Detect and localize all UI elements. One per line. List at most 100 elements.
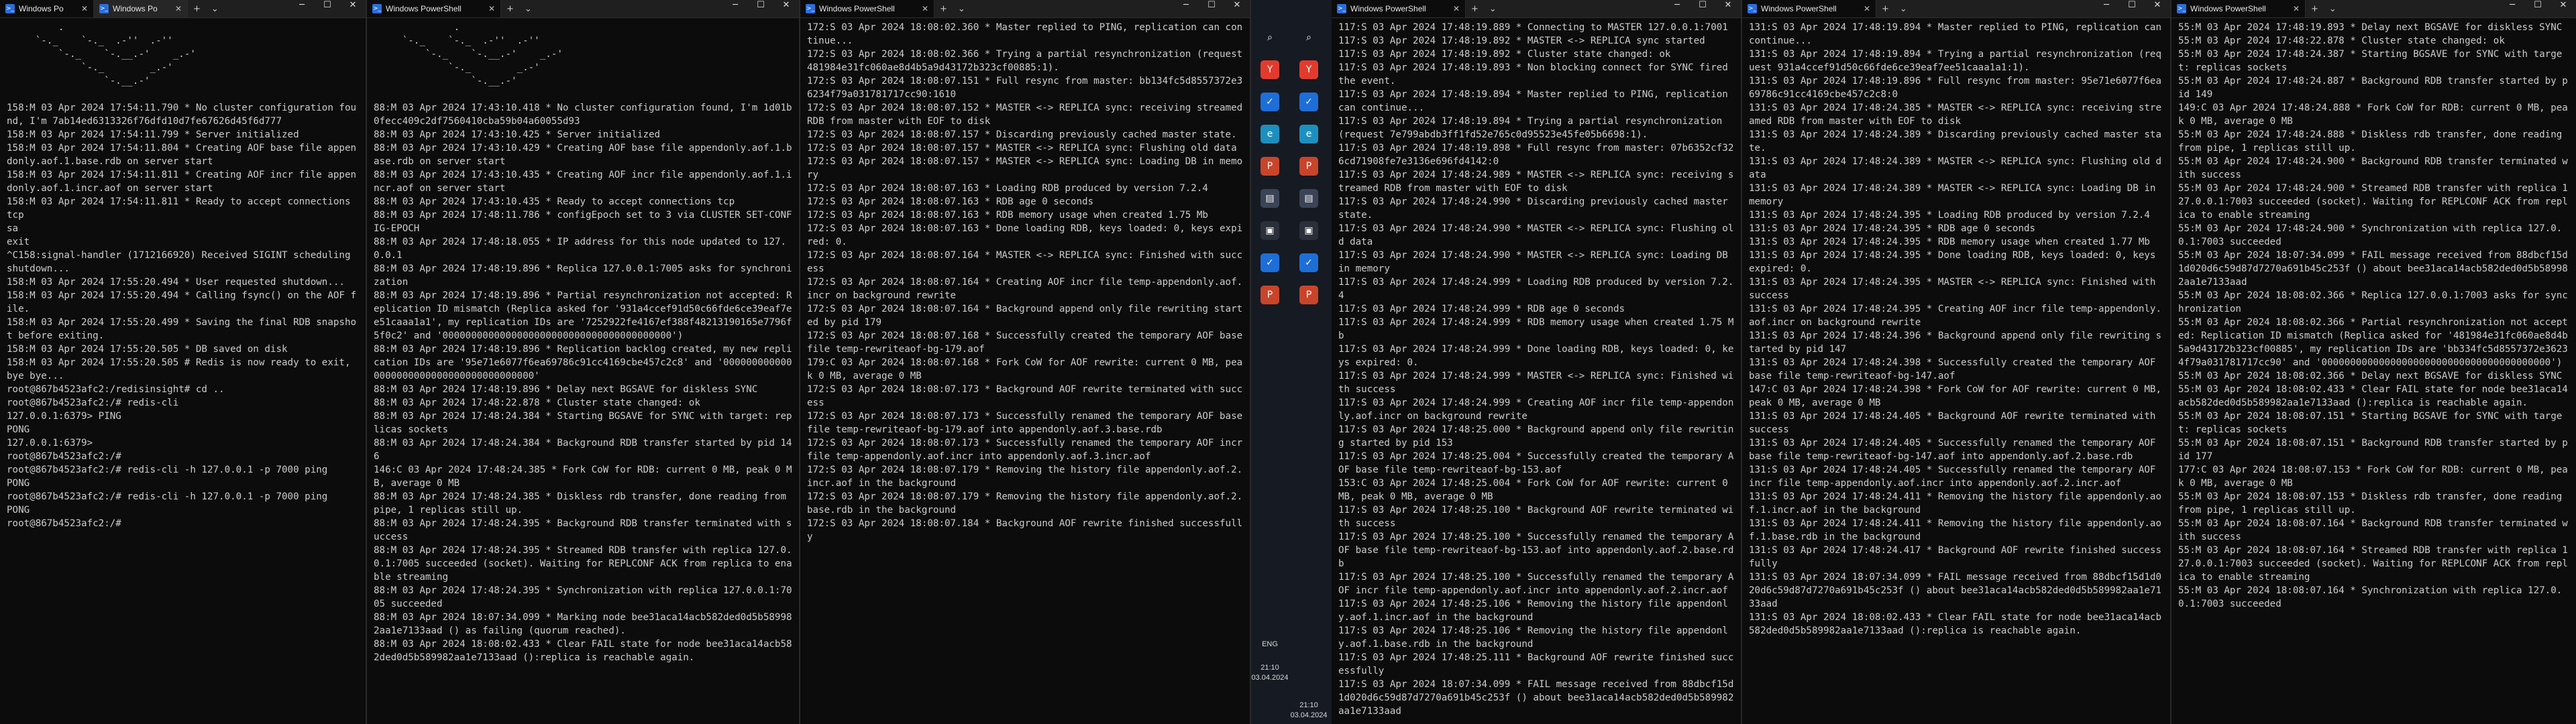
close-tab-icon[interactable]: ✕ [922, 4, 928, 13]
terminal-icon[interactable]: ▣ [1299, 221, 1318, 240]
new-tab-icon[interactable]: + [1876, 4, 1894, 14]
clock-time[interactable]: 21:10 [1251, 664, 1289, 672]
close-icon[interactable]: ✕ [340, 0, 366, 17]
edge-icon[interactable]: e [1299, 125, 1318, 143]
check-icon[interactable]: ✓ [1299, 93, 1318, 111]
powerpoint-icon[interactable]: P [1299, 286, 1318, 304]
terminal-line: 158:M 03 Apr 2024 17:55:20.494 * User re… [7, 277, 345, 288]
yandex-icon[interactable]: Y [1260, 60, 1279, 79]
new-tab-icon[interactable]: + [188, 4, 206, 14]
search-icon[interactable]: ⌕ [1299, 28, 1318, 47]
terminal-line: 158:M 03 Apr 2024 17:54:11.811 * Ready t… [7, 196, 357, 221]
chevron-down-icon[interactable]: ⌄ [519, 4, 537, 14]
close-icon[interactable]: ✕ [1715, 0, 1741, 17]
terminal-output[interactable]: . `-._ `-._ .-'' .-'' `-._ `-.__.-' _.-'… [0, 18, 366, 530]
new-tab-icon[interactable]: + [1466, 4, 1484, 14]
tab-powershell[interactable]: >_ Windows PowerShell ✕ [800, 0, 934, 17]
tab-powershell[interactable]: >_ Windows PowerShell ✕ [1332, 0, 1466, 17]
minimize-icon[interactable]: ─ [2094, 0, 2119, 17]
taskbar: ⌕ ⌕ Y Y ✓ ✓ e e P P ▤ ▤ ▣ ▣ ✓ ✓ P P ENG 21:10 03.04.2024 … [1251, 0, 1332, 724]
chevron-down-icon[interactable]: ⌄ [1484, 4, 1502, 14]
close-tab-icon[interactable]: ✕ [175, 4, 182, 13]
terminal-output[interactable]: . `-._ `-._ .-'' .-'' `-._ `-.__.-' _.-'… [367, 18, 799, 664]
close-tab-icon[interactable]: ✕ [81, 4, 88, 13]
terminal-line: 177:C 03 Apr 2024 18:08:07.153 * Fork Co… [2178, 465, 2568, 489]
terminal-output[interactable]: 131:S 03 Apr 2024 17:48:19.894 * Master … [1742, 18, 2170, 638]
powerpoint-icon[interactable]: P [1299, 157, 1318, 176]
terminal-output[interactable]: 172:S 03 Apr 2024 18:08:02.360 * Master … [800, 18, 1250, 544]
new-tab-icon[interactable]: + [501, 4, 519, 14]
minimize-icon[interactable]: ─ [1664, 0, 1690, 17]
minimize-icon[interactable]: ─ [722, 0, 748, 17]
terminal-line: 88:M 03 Apr 2024 18:07:34.099 * Marking … [374, 612, 792, 636]
close-icon[interactable]: ✕ [773, 0, 799, 17]
new-tab-icon[interactable]: + [934, 4, 953, 14]
maximize-icon[interactable]: ☐ [1690, 0, 1715, 17]
terminal-line: 172:S 03 Apr 2024 18:08:07.163 * RDB mem… [807, 210, 1208, 221]
close-tab-icon[interactable]: ✕ [1864, 4, 1870, 13]
search-icon[interactable]: ⌕ [1260, 28, 1279, 47]
terminal-window-3: >_ Windows PowerShell ✕ + ⌄ ─ ☐ ✕ 172:S 03 A… [800, 0, 1251, 724]
powerpoint-icon[interactable]: P [1260, 286, 1279, 304]
powershell-icon: >_ [806, 4, 815, 13]
close-tab-icon[interactable]: ✕ [1453, 4, 1460, 13]
chevron-down-icon[interactable]: ⌄ [2324, 4, 2342, 14]
tab-powershell[interactable]: >_ Windows Po ✕ [94, 0, 188, 17]
terminal-line: `-._ `-._ .-'' .-'' [7, 36, 173, 46]
terminal-line: 158:M 03 Apr 2024 17:55:20.499 * Saving … [7, 317, 357, 341]
terminal-line: `-.__.-' [7, 76, 150, 86]
terminal-line: 131:S 03 Apr 2024 17:48:19.894 * Trying … [1749, 49, 2161, 73]
window-controls: ─ ☐ ✕ [2500, 0, 2576, 17]
close-icon[interactable]: ✕ [2551, 0, 2576, 17]
edge-icon[interactable]: e [1260, 125, 1279, 143]
tab-powershell[interactable]: >_ Windows Po ✕ [0, 0, 94, 17]
document-icon[interactable]: ▤ [1260, 189, 1279, 208]
terminal-output[interactable]: 117:S 03 Apr 2024 17:48:19.889 * Connect… [1332, 18, 1741, 718]
language-indicator[interactable]: ENG [1251, 640, 1289, 648]
clock-time[interactable]: 21:10 [1290, 701, 1328, 709]
yandex-icon[interactable]: Y [1299, 60, 1318, 79]
terminal-line: 172:S 03 Apr 2024 18:08:07.173 * Success… [807, 438, 1248, 462]
terminal-line: 88:M 03 Apr 2024 17:48:19.896 * Delay ne… [374, 384, 758, 395]
tab-powershell[interactable]: >_ Windows PowerShell ✕ [367, 0, 501, 17]
terminal-line: 55:M 03 Apr 2024 17:48:24.387 * Starting… [2178, 49, 2563, 73]
terminal-line: 172:S 03 Apr 2024 18:08:07.164 * Creatin… [807, 277, 1243, 301]
chevron-down-icon[interactable]: ⌄ [206, 4, 224, 14]
clock-date[interactable]: 03.04.2024 [1290, 711, 1328, 719]
terminal-line: 117:S 03 Apr 2024 18:07:34.099 * FAIL me… [1338, 679, 1734, 717]
check-icon[interactable]: ✓ [1299, 253, 1318, 272]
chevron-down-icon[interactable]: ⌄ [1894, 4, 1913, 14]
powerpoint-icon[interactable]: P [1260, 157, 1279, 176]
terminal-line: 172:S 03 Apr 2024 18:08:07.179 * Removin… [807, 491, 1243, 516]
tab-powershell[interactable]: >_ Windows PowerShell ✕ [1742, 0, 1876, 17]
terminal-line: 117:S 03 Apr 2024 17:48:24.999 * Loading… [1338, 277, 1734, 301]
check-icon[interactable]: ✓ [1260, 253, 1279, 272]
check-icon[interactable]: ✓ [1260, 93, 1279, 111]
document-icon[interactable]: ▤ [1299, 189, 1318, 208]
close-tab-icon[interactable]: ✕ [488, 4, 495, 13]
maximize-icon[interactable]: ☐ [2525, 0, 2551, 17]
minimize-icon[interactable]: ─ [289, 0, 315, 17]
tab-bar: >_ Windows PowerShell ✕ + ⌄ ─ ☐ ✕ [367, 0, 799, 18]
maximize-icon[interactable]: ☐ [2119, 0, 2145, 17]
chevron-down-icon[interactable]: ⌄ [953, 4, 971, 14]
clock-date[interactable]: 03.04.2024 [1251, 674, 1289, 682]
minimize-icon[interactable]: ─ [1173, 0, 1199, 17]
terminal-line: 88:M 03 Apr 2024 17:43:10.429 * Creating… [374, 143, 792, 167]
close-tab-icon[interactable]: ✕ [2293, 4, 2300, 13]
terminal-line: root@867b4523afc2:/# redis-cli [7, 398, 179, 408]
tab-powershell[interactable]: >_ Windows PowerShell ✕ [2171, 0, 2306, 17]
maximize-icon[interactable]: ☐ [748, 0, 773, 17]
minimize-icon[interactable]: ─ [2500, 0, 2525, 17]
terminal-line: 117:S 03 Apr 2024 17:48:24.999 * Creatin… [1338, 398, 1734, 422]
terminal-line: 88:M 03 Apr 2024 17:48:24.395 * Streamed… [374, 545, 792, 583]
terminal-line: 117:S 03 Apr 2024 17:48:19.893 * Non blo… [1338, 62, 1734, 86]
maximize-icon[interactable]: ☐ [315, 0, 340, 17]
close-icon[interactable]: ✕ [1224, 0, 1250, 17]
terminal-output[interactable]: 55:M 03 Apr 2024 17:48:19.893 * Delay ne… [2171, 18, 2576, 611]
terminal-icon[interactable]: ▣ [1260, 221, 1279, 240]
terminal-line: 131:S 03 Apr 2024 18:08:02.433 * Clear F… [1749, 612, 2161, 636]
close-icon[interactable]: ✕ [2145, 0, 2170, 17]
new-tab-icon[interactable]: + [2306, 4, 2324, 14]
maximize-icon[interactable]: ☐ [1199, 0, 1224, 17]
